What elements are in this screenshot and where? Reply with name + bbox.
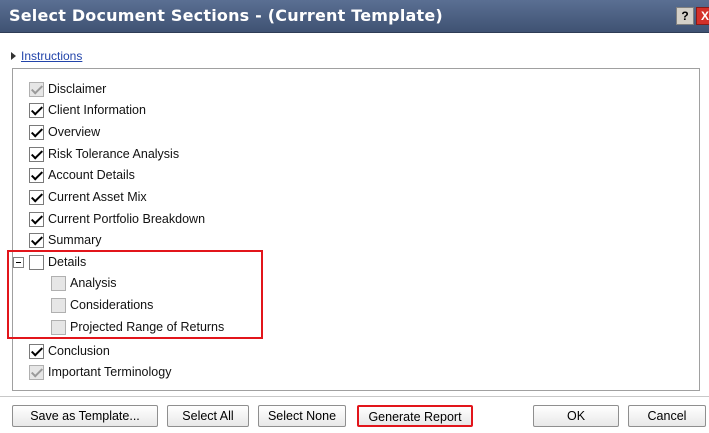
- close-button[interactable]: X: [696, 7, 709, 25]
- current-asset-mix-checkbox[interactable]: [29, 189, 44, 205]
- section-disclaimer: Disclaimer: [29, 81, 106, 97]
- section-current-asset-mix[interactable]: Current Asset Mix: [29, 189, 147, 205]
- help-button[interactable]: ?: [676, 7, 694, 25]
- section-risk-tolerance-analysis[interactable]: Risk Tolerance Analysis: [29, 146, 179, 162]
- section-conclusion[interactable]: Conclusion: [29, 343, 110, 359]
- select-none-button[interactable]: Select None: [258, 405, 346, 427]
- important-terminology-checkbox: [29, 364, 44, 380]
- section-label: Conclusion: [48, 344, 110, 358]
- section-summary[interactable]: Summary: [29, 232, 101, 248]
- section-label: Risk Tolerance Analysis: [48, 147, 180, 161]
- section-label: Important Terminology: [48, 365, 172, 379]
- footer-divider: [0, 396, 709, 397]
- instructions-link[interactable]: Instructions: [21, 49, 82, 63]
- title-bar: Select Document Sections - (Current Temp…: [0, 0, 709, 33]
- cancel-button[interactable]: Cancel: [628, 405, 706, 427]
- conclusion-checkbox[interactable]: [29, 343, 44, 359]
- disclaimer-checkbox: [29, 81, 44, 97]
- ok-button[interactable]: OK: [533, 405, 619, 427]
- risk-tolerance-analysis-checkbox[interactable]: [29, 146, 44, 162]
- save-as-template-button[interactable]: Save as Template...: [12, 405, 158, 427]
- window-title: Select Document Sections - (Current Temp…: [9, 6, 443, 25]
- section-label: Current Asset Mix: [48, 190, 147, 204]
- client-information-checkbox[interactable]: [29, 102, 44, 118]
- generate-report-button[interactable]: Generate Report: [357, 405, 473, 427]
- section-label: Overview: [48, 125, 101, 139]
- overview-checkbox[interactable]: [29, 124, 44, 140]
- account-details-checkbox[interactable]: [29, 167, 44, 183]
- summary-checkbox[interactable]: [29, 232, 44, 248]
- select-all-button[interactable]: Select All: [167, 405, 249, 427]
- section-current-portfolio-breakdown[interactable]: Current Portfolio Breakdown: [29, 211, 205, 227]
- section-overview[interactable]: Overview: [29, 124, 100, 140]
- sections-panel: Disclaimer Client Information Overview R…: [12, 68, 700, 391]
- section-client-information[interactable]: Client Information: [29, 102, 146, 118]
- details-highlight-box: [7, 250, 263, 339]
- expand-arrow-icon: [11, 52, 16, 60]
- current-portfolio-breakdown-checkbox[interactable]: [29, 211, 44, 227]
- section-label: Disclaimer: [48, 82, 107, 96]
- section-label: Account Details: [48, 168, 135, 182]
- instructions-toggle[interactable]: Instructions: [11, 49, 82, 63]
- section-label: Client Information: [48, 103, 146, 117]
- section-label: Current Portfolio Breakdown: [48, 212, 206, 226]
- section-important-terminology: Important Terminology: [29, 364, 171, 380]
- section-label: Summary: [48, 233, 102, 247]
- section-account-details[interactable]: Account Details: [29, 167, 135, 183]
